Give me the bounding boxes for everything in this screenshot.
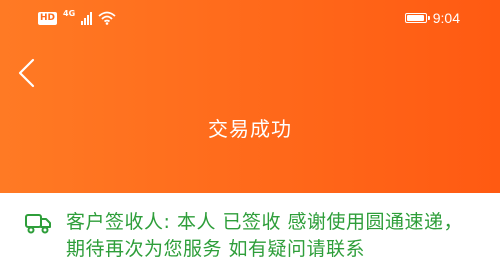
- signal-icon: [81, 11, 93, 25]
- network-type-label: 4G: [63, 8, 76, 18]
- truck-icon: [25, 214, 51, 234]
- hd-icon: HD: [38, 11, 58, 25]
- order-status-header: HD 4G 9:04 交易成功: [0, 0, 500, 193]
- clock-time: 9:04: [432, 10, 460, 26]
- status-bar-left: HD 4G: [38, 8, 116, 26]
- back-arrow-icon: [18, 58, 35, 88]
- logistics-message: 客户签收人: 本人 已签收 感谢使用圆通速递，期待再次为您服务 如有疑问请联系: [66, 211, 464, 260]
- logistics-info-card[interactable]: 客户签收人: 本人 已签收 感谢使用圆通速递，期待再次为您服务 如有疑问请联系: [0, 193, 500, 260]
- status-bar: HD 4G 9:04: [0, 0, 500, 36]
- battery-icon: [404, 13, 430, 23]
- wifi-icon: [98, 11, 116, 25]
- page-title: 交易成功: [208, 117, 292, 141]
- back-button[interactable]: [14, 56, 40, 90]
- status-bar-right: 9:04: [404, 10, 460, 26]
